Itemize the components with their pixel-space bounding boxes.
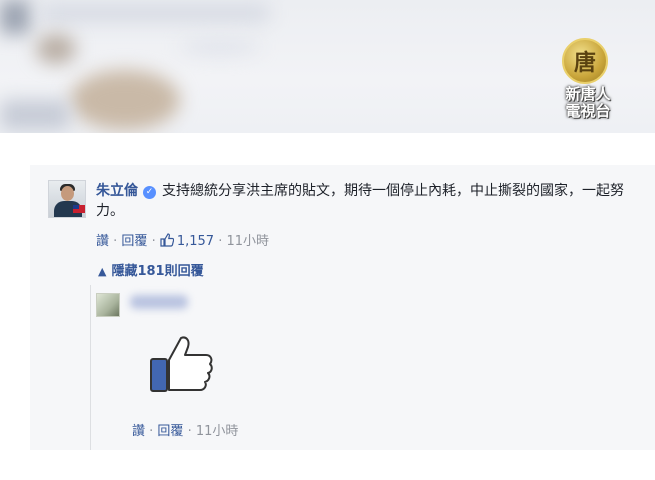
- reply-thread-line: [90, 285, 91, 450]
- blurred-avatar: [36, 34, 76, 64]
- commenter-name[interactable]: 朱立倫: [96, 183, 138, 199]
- reply-avatar[interactable]: [96, 293, 120, 317]
- comment-text: 支持總統分享洪主席的貼文，期待一個停止內耗，中止撕裂的國家，一起努力。: [96, 183, 624, 219]
- blurred-text: [180, 40, 260, 54]
- hide-replies-toggle[interactable]: ▲ 隱藏181則回覆: [98, 263, 204, 281]
- blurred-text: [0, 100, 70, 130]
- reply-link[interactable]: 回覆: [121, 234, 147, 249]
- like-count[interactable]: 1,157: [160, 233, 214, 249]
- reply-timestamp[interactable]: 11小時: [196, 424, 239, 439]
- blurred-avatar: [0, 0, 30, 34]
- like-icon: [160, 233, 174, 247]
- like-link[interactable]: 讚: [96, 234, 109, 249]
- comment-actions: 讚 · 回覆 · 1,157 · 11小時: [96, 233, 270, 249]
- blurred-image: [70, 70, 180, 130]
- blurred-previous-post: 唐 新唐人 電視台: [0, 0, 655, 133]
- chevron-up-icon: ▲: [98, 265, 107, 278]
- thumbs-up-sticker-icon: [150, 336, 213, 392]
- blurred-text: [40, 4, 270, 22]
- comment-body: 朱立倫 ✓ 支持總統分享洪主席的貼文，期待一個停止內耗，中止撕裂的國家，一起努力。: [96, 181, 641, 221]
- comment-card: 朱立倫 ✓ 支持總統分享洪主席的貼文，期待一個停止內耗，中止撕裂的國家，一起努力。 …: [30, 165, 655, 450]
- verified-badge-icon: ✓: [143, 186, 156, 199]
- reply-actions: 讚 · 回覆 · 11小時: [132, 424, 239, 439]
- hide-replies-label: 隱藏181則回覆: [111, 264, 204, 279]
- ntd-logo-text: 新唐人 電視台: [565, 85, 611, 120]
- reply-like-link[interactable]: 讚: [132, 424, 145, 439]
- reply-reply-link[interactable]: 回覆: [157, 424, 183, 439]
- ntd-watermark-logo: 唐 新唐人 電視台: [550, 38, 626, 122]
- commenter-avatar[interactable]: [48, 180, 86, 218]
- comment-timestamp[interactable]: 11小時: [226, 234, 269, 249]
- flag-icon: [73, 205, 85, 213]
- ntd-logo-emblem: 唐: [562, 38, 608, 84]
- reply-author-name-blurred[interactable]: [130, 295, 188, 309]
